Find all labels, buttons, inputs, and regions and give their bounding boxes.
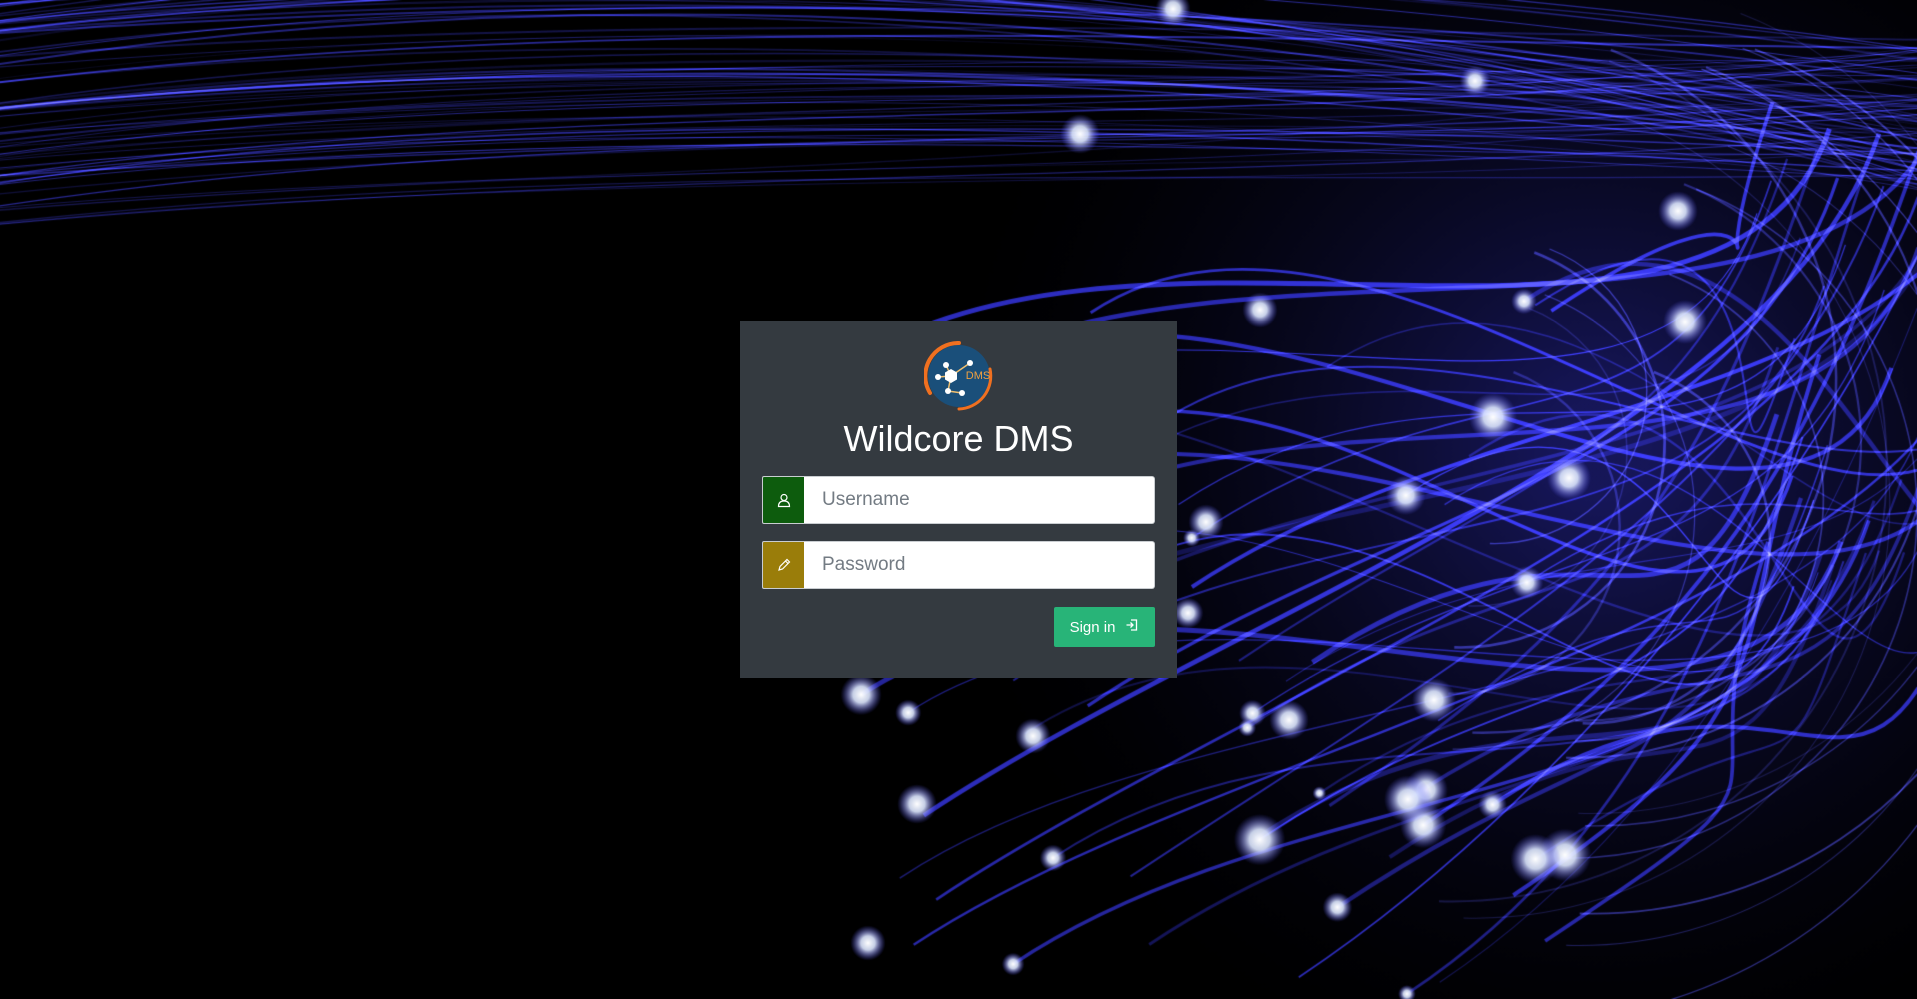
- pencil-icon: [762, 541, 804, 589]
- login-card: DMS Wildcore DMS Sign in: [740, 321, 1177, 678]
- username-group: [762, 476, 1155, 524]
- sign-in-button[interactable]: Sign in: [1054, 607, 1155, 647]
- logo-text: DMS: [966, 370, 990, 382]
- sign-in-label: Sign in: [1069, 618, 1116, 636]
- sign-in-icon: [1125, 618, 1139, 636]
- password-group: [762, 541, 1155, 589]
- page-title: Wildcore DMS: [843, 418, 1074, 459]
- username-input[interactable]: [804, 476, 1155, 524]
- wildcore-logo: DMS: [924, 341, 993, 411]
- user-icon: [762, 476, 804, 524]
- password-input[interactable]: [804, 541, 1155, 589]
